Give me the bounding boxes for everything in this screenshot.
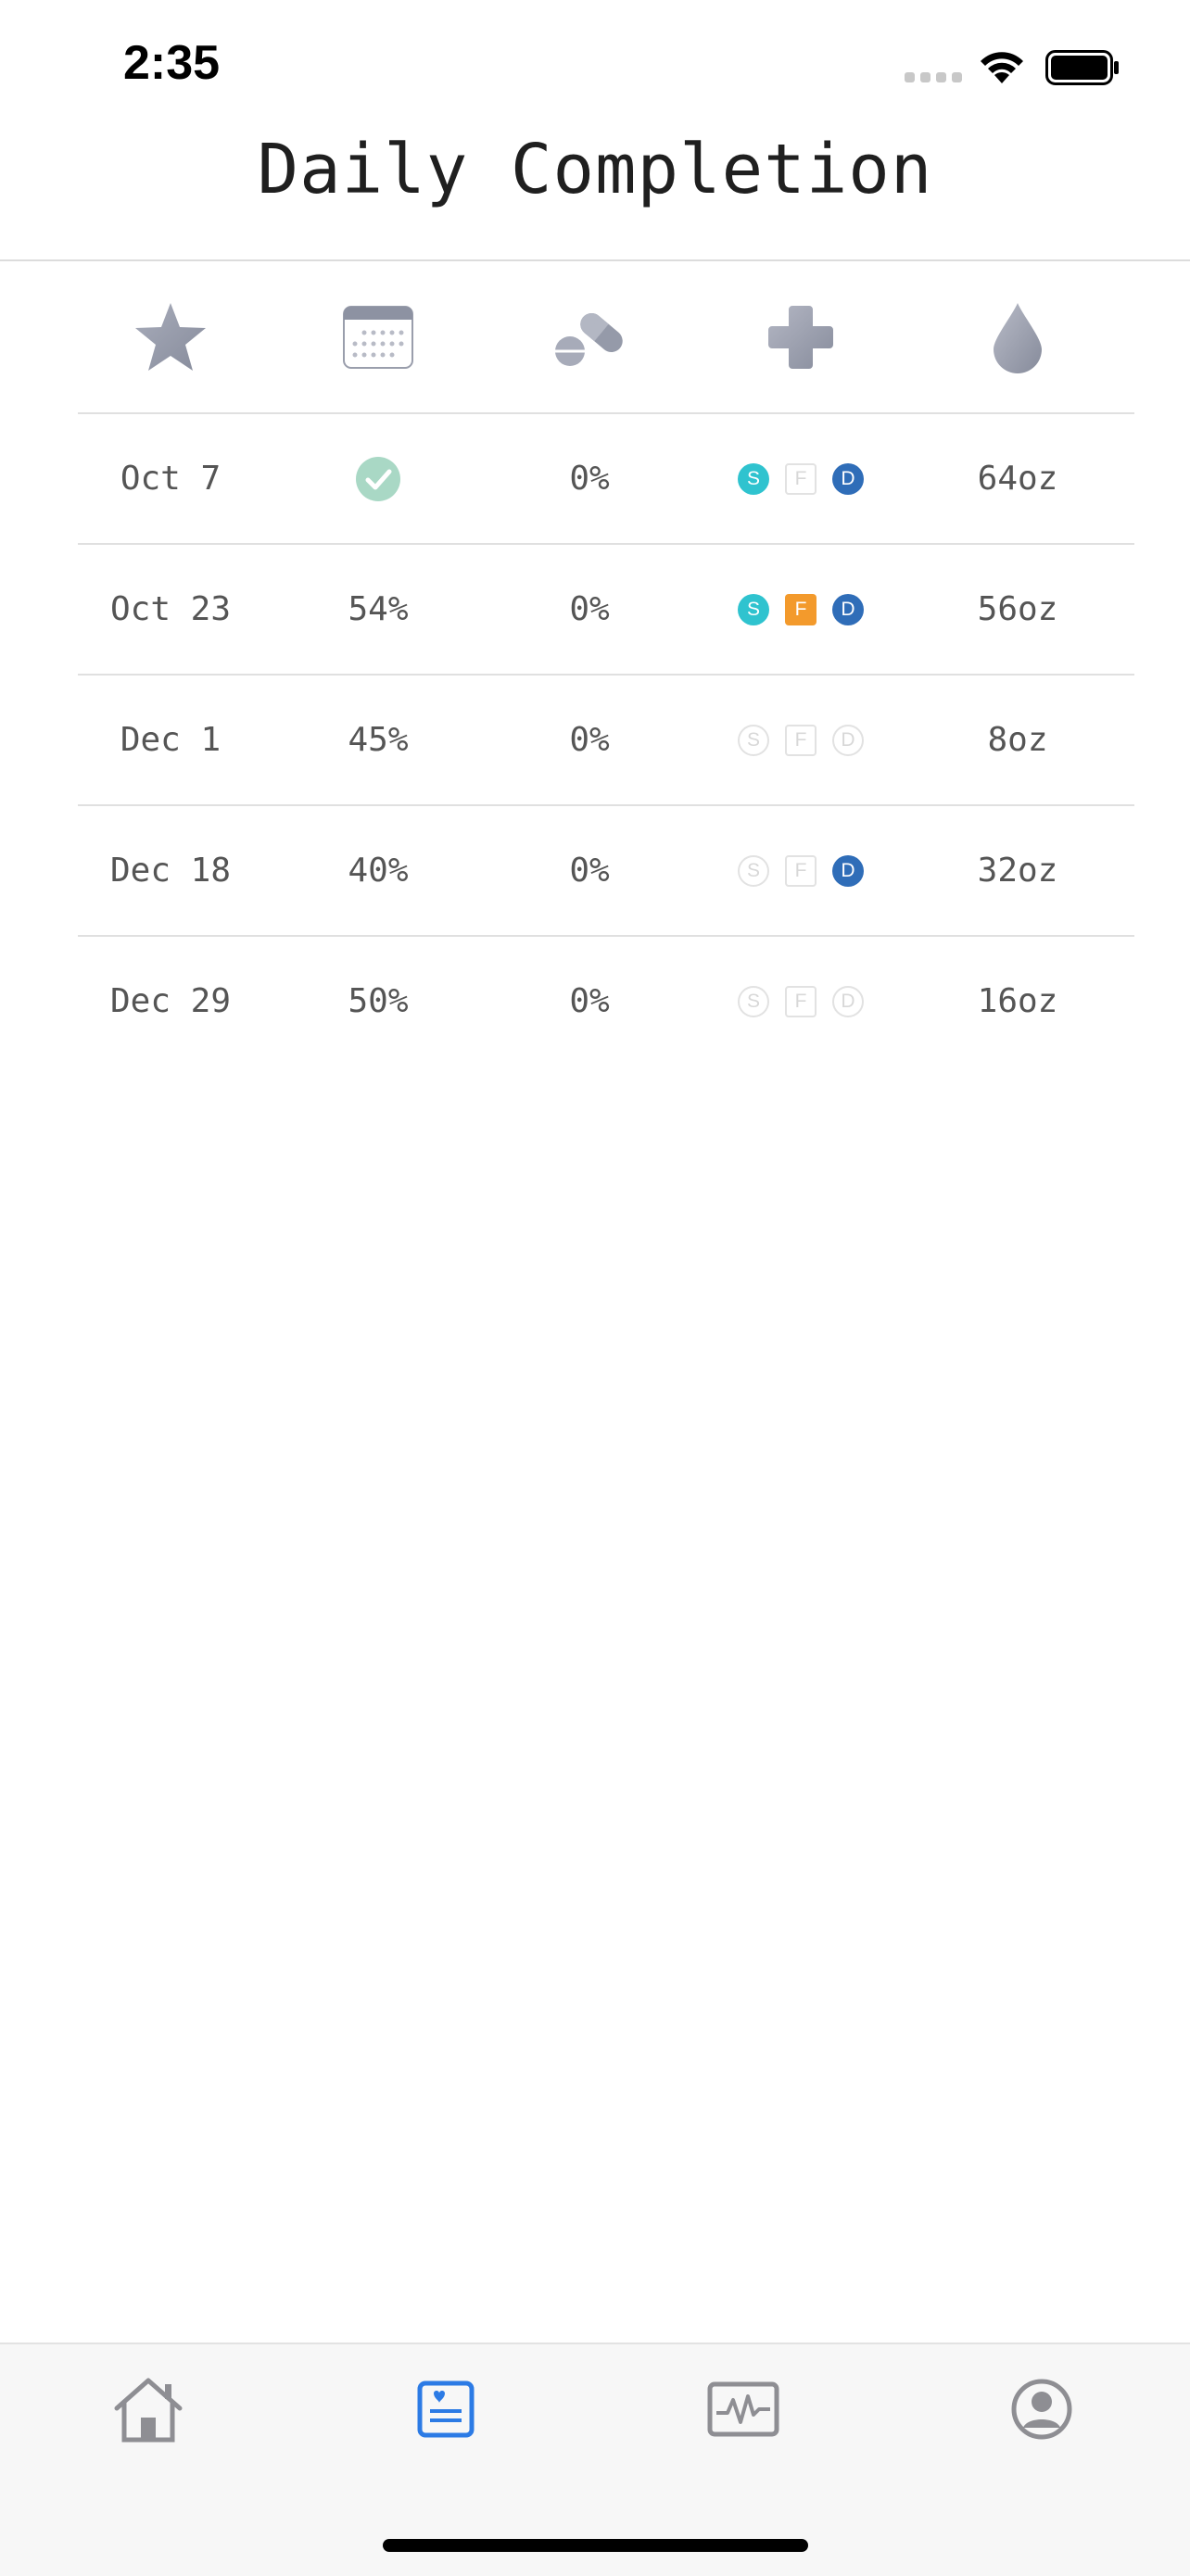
badge-d: D <box>832 985 864 1017</box>
health-badges-cell: SFD <box>708 676 893 804</box>
table-header-row <box>78 261 1134 414</box>
health-badges-cell: SFD <box>708 545 893 674</box>
check-circle-icon <box>356 456 400 501</box>
status-bar: 2:35 <box>0 0 1190 130</box>
tab-activity[interactable] <box>697 2363 790 2456</box>
badge-f: F <box>785 985 817 1017</box>
medication-value: 0% <box>569 721 610 759</box>
water-cell: 56oz <box>925 545 1110 674</box>
medication-cell: 0% <box>497 806 682 935</box>
column-header-health[interactable] <box>708 261 893 412</box>
table-row[interactable]: Dec 18 40% 0% S F D 32oz <box>78 806 1134 937</box>
column-header-completion[interactable] <box>285 261 471 412</box>
water-cell: 8oz <box>925 676 1110 804</box>
water-value: 64oz <box>977 460 1058 498</box>
journal-icon <box>417 2380 475 2438</box>
medication-cell: 0% <box>497 676 682 804</box>
medication-value: 0% <box>569 590 610 628</box>
date-label: Dec 29 <box>109 982 232 1020</box>
water-drop-icon <box>994 302 1042 373</box>
completion-table: Oct 7 0% S F D 64oz Oct 23 54% 0% S F D 56oz Dec 1 45%… <box>78 261 1134 1066</box>
medication-value: 0% <box>569 460 610 498</box>
activity-icon <box>707 2381 779 2437</box>
badge-d: D <box>832 724 864 756</box>
completion-value: 40% <box>348 852 409 890</box>
water-cell: 16oz <box>925 937 1110 1066</box>
medication-value: 0% <box>569 982 610 1020</box>
badge-f: F <box>785 593 817 625</box>
status-time: 2:35 <box>123 36 221 90</box>
water-value: 16oz <box>977 982 1058 1020</box>
completion-cell: 54% <box>285 545 471 674</box>
health-badges-cell: SFD <box>708 414 893 543</box>
completion-cell: 50% <box>285 937 471 1066</box>
badge-s: S <box>738 593 769 625</box>
badge-f: F <box>785 462 817 495</box>
date-cell: Oct 7 <box>78 414 263 543</box>
badge-d: D <box>832 854 864 887</box>
badge-d: D <box>832 593 864 625</box>
badge-s: S <box>738 724 769 756</box>
water-cell: 64oz <box>925 414 1110 543</box>
table-row[interactable]: Oct 23 54% 0% S F D 56oz <box>78 545 1134 676</box>
date-label: Dec 18 <box>109 852 232 890</box>
health-badges-cell: SFD <box>708 806 893 935</box>
table-body: Oct 7 0% S F D 64oz Oct 23 54% 0% S F D 56oz Dec 1 45%… <box>78 414 1134 1066</box>
badge-s: S <box>738 985 769 1017</box>
date-cell: Oct 23 <box>78 545 263 674</box>
completion-value: 54% <box>348 590 409 628</box>
medication-cell: 0% <box>497 545 682 674</box>
column-header-water[interactable] <box>925 261 1110 412</box>
medication-cell: 0% <box>497 414 682 543</box>
tab-profile[interactable] <box>995 2363 1088 2456</box>
completion-cell <box>285 414 471 543</box>
column-header-medication[interactable] <box>497 261 682 412</box>
tab-journal[interactable] <box>399 2363 492 2456</box>
pill-icon <box>555 312 623 366</box>
badge-f: F <box>785 854 817 887</box>
date-cell: Dec 1 <box>78 676 263 804</box>
completion-cell: 45% <box>285 676 471 804</box>
home-icon <box>114 2378 183 2443</box>
water-value: 8oz <box>987 721 1048 759</box>
profile-icon <box>1011 2379 1072 2440</box>
cellular-signal-icon <box>905 72 962 82</box>
battery-icon <box>1045 50 1119 85</box>
date-label: Oct 7 <box>120 460 222 498</box>
badge-f: F <box>785 724 817 756</box>
column-header-score[interactable] <box>78 261 263 412</box>
wifi-icon <box>981 52 1023 83</box>
medical-cross-icon <box>768 305 833 369</box>
water-value: 32oz <box>977 852 1058 890</box>
table-row[interactable]: Oct 7 0% S F D 64oz <box>78 414 1134 545</box>
badge-s: S <box>738 854 769 887</box>
home-indicator <box>383 2539 808 2552</box>
completion-value: 50% <box>348 982 409 1020</box>
completion-cell: 40% <box>285 806 471 935</box>
water-cell: 32oz <box>925 806 1110 935</box>
page-title: Daily Completion <box>257 130 933 209</box>
calendar-icon <box>343 305 413 369</box>
medication-value: 0% <box>569 852 610 890</box>
table-row[interactable]: Dec 29 50% 0% S F D 16oz <box>78 937 1134 1066</box>
date-cell: Dec 29 <box>78 937 263 1066</box>
star-icon <box>135 302 206 371</box>
health-badges-cell: SFD <box>708 937 893 1066</box>
date-label: Oct 23 <box>109 590 232 628</box>
badge-s: S <box>738 462 769 495</box>
date-cell: Dec 18 <box>78 806 263 935</box>
badge-d: D <box>832 462 864 495</box>
water-value: 56oz <box>977 590 1058 628</box>
completion-value: 45% <box>348 721 409 759</box>
date-label: Dec 1 <box>120 721 222 759</box>
medication-cell: 0% <box>497 937 682 1066</box>
table-row[interactable]: Dec 1 45% 0% S F D 8oz <box>78 676 1134 806</box>
tab-home[interactable] <box>102 2363 195 2456</box>
